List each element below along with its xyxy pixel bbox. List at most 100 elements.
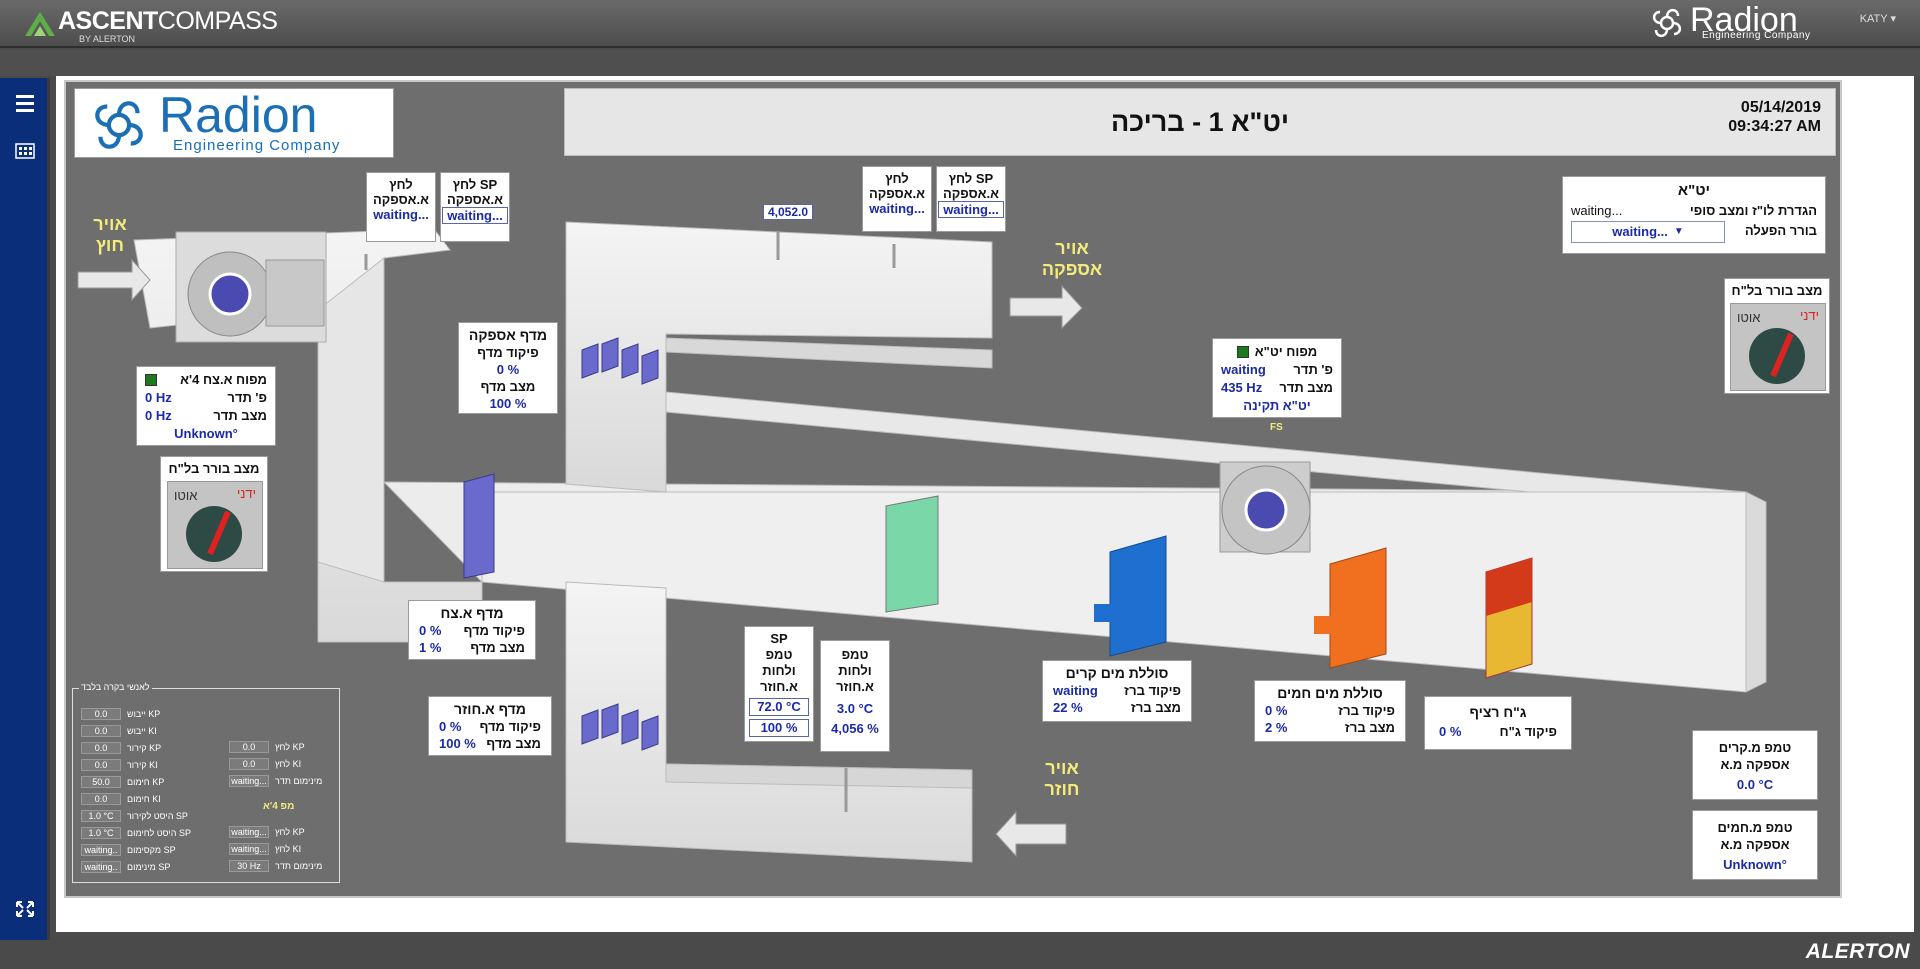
fullscreen-icon[interactable] (13, 898, 37, 920)
tuning-value-input[interactable]: 0.0 (229, 757, 269, 770)
return-meas-label-1: ולחות (838, 663, 872, 678)
status-led-icon (145, 374, 157, 386)
ahu-switch-title: מצב בורר בל"ח (1731, 283, 1823, 298)
heating-coil-box: סוללת מים חמים פיקוד ברז 0 % מצב ברז 2 % (1254, 680, 1406, 742)
ahu-fan-cmd-label: פ' תדר (1293, 362, 1333, 377)
tuning-value-input[interactable]: 0.0 (81, 758, 121, 771)
tuning-label: מינימום תדר (275, 860, 323, 871)
heating-state-label: מצב ברז (1344, 720, 1395, 735)
heating-coil-title: סוללת מים חמים (1277, 685, 1383, 701)
ahu-schedule-label: הגדרת לו"ז ומצב סופי (1689, 203, 1817, 218)
heating-cmd-value: 0 % (1265, 703, 1288, 718)
tuning-value-input[interactable]: 0.0 (81, 707, 121, 720)
return-temp-sp-input[interactable]: 72.0 °C (749, 698, 809, 716)
tuning-row: 1.0 °C SP היסט לקירור (81, 809, 188, 822)
tuning-row: 0.0 KI לחץ (229, 757, 301, 770)
fresh-damper-cmd-label: פיקוד מדף (463, 623, 525, 638)
supply-hot-label-1: אספקה מ.א (1720, 837, 1790, 852)
cooling-coil-title: סוללת מים קרים (1065, 665, 1169, 681)
top-bar: ASCENTCOMPASS BY ALERTON Radion Engineer… (0, 0, 1920, 48)
tuning-row: waiting... מינימום תדר (229, 774, 322, 787)
user-menu[interactable]: KATY ▾ (1860, 12, 1896, 25)
tuning-value-input[interactable]: 30 Hz (229, 859, 269, 872)
ahu-selector-switch[interactable]: ידני אוטו (1730, 303, 1826, 391)
ascent-logo: ASCENTCOMPASS BY ALERTON (22, 7, 278, 44)
return-sp-label-3: א.חוזר (760, 679, 798, 694)
tuning-row: waiting... KP לחץ (229, 825, 305, 838)
supply-temp-cold-box: טמפ מ.קרים אספקה מ.א 0.0 °C (1692, 730, 1818, 800)
tuning-row: 30 Hz מינימום תדר (229, 859, 322, 872)
cooling-coil-box: סוללת מים קרים פיקוד ברז waiting מצב ברז 2… (1042, 660, 1192, 722)
fresh-sp-input[interactable]: waiting... (442, 207, 508, 224)
status-led-icon (1236, 346, 1249, 358)
ahu-schedule-value: waiting... (1571, 203, 1623, 218)
cooling-cmd-value: waiting (1053, 683, 1098, 698)
fresh-fan-state-value: 0 Hz (145, 408, 172, 423)
tuning-row: 0.0 KI ייבוש (81, 724, 157, 737)
tuning-label: KI לחץ (275, 758, 302, 769)
tuning-value-input[interactable]: waiting... (229, 842, 269, 855)
sidebar (0, 78, 50, 940)
tuning-value-input[interactable]: waiting.. (81, 843, 121, 856)
tuning-value-input[interactable]: waiting.. (81, 860, 121, 873)
supply-pressure: לחץ א.אספקה waiting... (862, 166, 932, 232)
return-rh-sp-input[interactable]: 100 % (749, 719, 809, 737)
fresh-damper-cmd-value: 0 % (419, 623, 442, 638)
supply-cold-label-0: טמפ מ.קרים (1718, 740, 1792, 755)
brand-light: COMPASS (157, 7, 278, 35)
fresh-damper-state-label: מצב מדף (470, 640, 525, 655)
supply-temp-hot-box: טמפ מ.חמים אספקה מ.א Unknown° (1692, 810, 1818, 880)
ahu-fan-title: מפוח יט"א (1254, 344, 1318, 359)
chevron-down-icon: ▼ (1673, 226, 1684, 237)
return-temp-value: 3.0 °C (836, 701, 874, 716)
tuning-value-input[interactable]: 0.0 (229, 740, 269, 753)
return-damper-cmd-label: פיקוד מדף (479, 719, 541, 734)
brand-by: BY ALERTON (79, 34, 136, 44)
supply-cold-label-1: אספקה מ.א (1720, 757, 1790, 772)
menu-icon[interactable] (13, 92, 37, 114)
floor-heater-box: ג"ח רציף פיקוד ג"ח 0 % (1424, 696, 1572, 750)
logo-sub: Engineering Company (173, 137, 341, 154)
logo-name: Radion (159, 87, 318, 143)
tuning-label: KP קירור (127, 742, 162, 753)
tuning-value-input[interactable]: 50.0 (81, 775, 121, 788)
fresh-fan-cmd-label: פ' תדר (227, 390, 267, 405)
ahu-fan-state-value: 435 Hz (1221, 380, 1263, 395)
return-meas-label-2: א.חוזר (836, 679, 874, 694)
return-sp-label-2: ולחות (762, 663, 796, 678)
supply-press-value: waiting... (869, 201, 925, 216)
tuning-label: KI קירור (127, 759, 158, 770)
supply-sp-input[interactable]: waiting... (938, 201, 1004, 218)
tuning-value-input[interactable]: waiting... (229, 825, 269, 838)
ahu-fan-box: מפוח יט"א פ' תדר waiting מצב תדר 435 Hz יט… (1212, 338, 1342, 418)
supply-damper-state-value: 100 % (489, 396, 527, 411)
title-bar: יט"א 1 - בריכה 05/14/2019 09:34:27 AM (564, 88, 1836, 156)
supply-cold-value: 0.0 °C (1736, 777, 1774, 792)
dashboard-icon[interactable] (13, 140, 37, 162)
tuning-panel: לאנשי בקרה בלבד 0.0 KP ייבוש 0.0 KI ייבוש 0.… (72, 682, 340, 883)
tuning-row: 0.0 KP קירור (81, 741, 161, 754)
fresh-fan-cmd-value: 0 Hz (145, 390, 172, 405)
tuning-label: SP מקסימום (127, 844, 176, 855)
fresh-damper-state-value: 1 % (419, 640, 442, 655)
fresh-selector-switch[interactable]: ידני אוטו (167, 481, 263, 569)
tuning-legend: לאנשי בקרה בלבד (79, 682, 152, 692)
tuning-value-input[interactable]: waiting... (229, 774, 269, 787)
brand-strong: ASCENT (58, 7, 158, 35)
tuning-value-input[interactable]: 0.0 (81, 792, 121, 805)
outside-air-label: אויר חוץ (93, 214, 127, 255)
sub-bar (0, 50, 1920, 76)
supply-damper-cmd-value: 0 % (496, 362, 520, 377)
tuning-row: waiting.. SP מקסימום (81, 843, 176, 856)
ahu-mode-select[interactable]: waiting... ▼ (1571, 221, 1725, 243)
tuning-value-input[interactable]: 0.0 (81, 741, 121, 754)
ahu-control-box: יט"א הגדרת לו"ז ומצב סופי waiting... בורר… (1562, 176, 1826, 254)
tuning-value-input[interactable]: 1.0 °C (81, 826, 121, 839)
tuning-label: SP מינימום (127, 861, 171, 872)
supply-press-label: לחץ (885, 171, 909, 186)
tuning-value-input[interactable]: 1.0 °C (81, 809, 121, 822)
return-meas-label-0: טמפ (841, 647, 869, 662)
fresh-pressure-sp: SP לחץ א.אספקה waiting... (440, 172, 510, 242)
switch-manual-label: ידני (1799, 308, 1819, 323)
tuning-value-input[interactable]: 0.0 (81, 724, 121, 737)
